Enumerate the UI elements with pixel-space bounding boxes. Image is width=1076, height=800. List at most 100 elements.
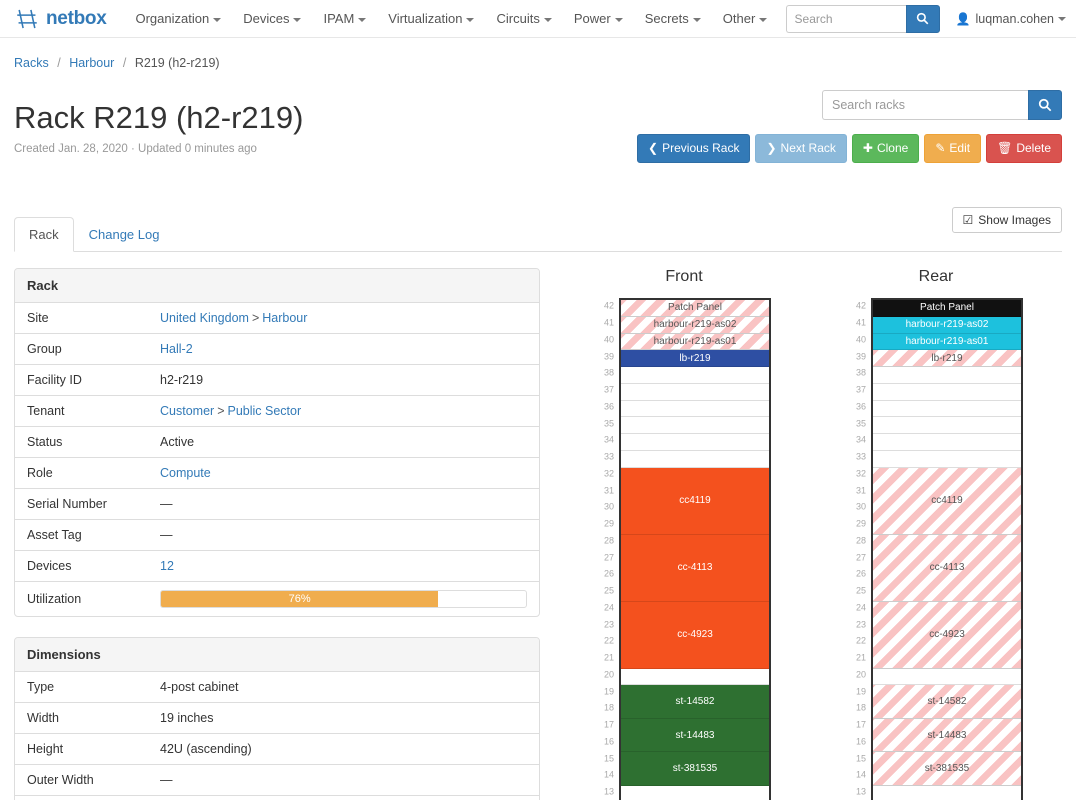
- rack-device[interactable]: st-14582: [621, 685, 769, 719]
- rack-device[interactable]: harbour-r219-as02: [621, 317, 769, 334]
- clone-button[interactable]: ✚ Clone: [852, 134, 919, 163]
- rack-unit-slot[interactable]: [621, 417, 769, 434]
- brand-logo-link[interactable]: netbox: [10, 6, 106, 32]
- netbox-logo-icon: [14, 6, 40, 32]
- nav-secrets[interactable]: Secrets: [634, 2, 712, 35]
- rack-unit-slot[interactable]: [621, 786, 769, 800]
- rack-unit-slot[interactable]: [621, 451, 769, 468]
- rack-body-front[interactable]: Patch Panelharbour-r219-as02harbour-r219…: [619, 298, 771, 800]
- rack-device[interactable]: cc4119: [621, 468, 769, 535]
- nav-ipam[interactable]: IPAM: [312, 2, 377, 35]
- previous-rack-label: Previous Rack: [662, 140, 739, 157]
- group-link[interactable]: Hall-2: [160, 342, 193, 356]
- chevron-down-icon: [213, 18, 221, 22]
- rack-device[interactable]: cc-4923: [873, 602, 1021, 669]
- table-row: Devices 12: [15, 551, 539, 582]
- global-search: [786, 5, 940, 33]
- rack-device[interactable]: harbour-r219-as01: [621, 334, 769, 351]
- rack-device[interactable]: cc-4923: [621, 602, 769, 669]
- rack-unit-slot[interactable]: [873, 669, 1021, 686]
- nav-virtualization[interactable]: Virtualization: [377, 2, 485, 35]
- breadcrumb-site[interactable]: Harbour: [69, 56, 114, 70]
- tab-rack-label: Rack: [29, 227, 59, 242]
- rack-unit-slot[interactable]: [873, 786, 1021, 800]
- delete-button[interactable]: 🗑 Delete: [986, 134, 1062, 163]
- device-count-link[interactable]: 12: [160, 559, 174, 573]
- rack-device[interactable]: cc-4113: [621, 535, 769, 602]
- rack-search: [822, 90, 1062, 120]
- rack-unit-number: 33: [604, 453, 614, 462]
- previous-rack-button[interactable]: ❮ Previous Rack: [637, 134, 750, 163]
- chevron-right-icon: ❯: [766, 140, 776, 157]
- rack-unit-slot[interactable]: [873, 401, 1021, 418]
- rack-unit-slot[interactable]: [873, 384, 1021, 401]
- rack-device[interactable]: harbour-r219-as01: [873, 334, 1021, 351]
- role-link[interactable]: Compute: [160, 466, 211, 480]
- next-rack-button[interactable]: ❯ Next Rack: [755, 134, 846, 163]
- rack-elevations: Front 4241403938373635343332313029282726…: [540, 268, 1062, 800]
- nav-power[interactable]: Power: [563, 2, 634, 35]
- tab-rack[interactable]: Rack: [14, 217, 74, 252]
- row-value: 76%: [148, 582, 539, 617]
- edit-button[interactable]: ✎ Edit: [924, 134, 981, 163]
- rack-unit-slot[interactable]: [621, 384, 769, 401]
- rack-device[interactable]: lb-r219: [621, 350, 769, 367]
- rack-elevation-rear: Rear 42414039383736353433323130292827262…: [849, 268, 1023, 800]
- rack-body-rear[interactable]: Patch Panelharbour-r219-as02harbour-r219…: [871, 298, 1023, 800]
- user-icon: 👤: [956, 12, 971, 26]
- rack-unit-number: 31: [856, 486, 866, 495]
- tenant-link[interactable]: Public Sector: [228, 404, 302, 418]
- rack-face-title: Front: [597, 268, 771, 286]
- rack-search-input[interactable]: [822, 90, 1028, 120]
- rack-device[interactable]: cc-4113: [873, 535, 1021, 602]
- rack-device[interactable]: st-14582: [873, 685, 1021, 719]
- breadcrumb-racks[interactable]: Racks: [14, 56, 49, 70]
- rack-unit-slot[interactable]: [621, 434, 769, 451]
- nav-circuits[interactable]: Circuits: [485, 2, 562, 35]
- rack-unit-number: 24: [856, 603, 866, 612]
- global-search-input[interactable]: [786, 5, 906, 33]
- rack-unit-slot[interactable]: [621, 401, 769, 418]
- nav-devices[interactable]: Devices: [232, 2, 312, 35]
- rack-device[interactable]: st-14483: [873, 719, 1021, 753]
- top-navbar: netbox Organization Devices IPAM Virtual…: [0, 0, 1076, 38]
- tenant-group-link[interactable]: Customer: [160, 404, 214, 418]
- row-value: 4-post cabinet: [148, 672, 539, 703]
- rack-device[interactable]: st-14483: [621, 719, 769, 753]
- row-key: Width: [15, 703, 148, 734]
- show-images-wrapper: ☑ Show Images: [952, 207, 1062, 233]
- tab-change-log[interactable]: Change Log: [74, 217, 175, 252]
- left-column: Rack Site United Kingdom>Harbour Group H…: [14, 268, 540, 800]
- rack-unit-slot[interactable]: [873, 451, 1021, 468]
- table-row: Site United Kingdom>Harbour: [15, 303, 539, 334]
- rack-search-button[interactable]: [1028, 90, 1062, 120]
- rack-device[interactable]: st-381535: [621, 752, 769, 786]
- nav-organization[interactable]: Organization: [124, 2, 232, 35]
- row-key: Facility ID: [15, 365, 148, 396]
- rack-unit-slot[interactable]: [873, 417, 1021, 434]
- nav-other[interactable]: Other: [712, 2, 779, 35]
- rack-unit-number: 28: [604, 536, 614, 545]
- row-key: Status: [15, 427, 148, 458]
- rack-device[interactable]: Patch Panel: [621, 300, 769, 317]
- rack-device[interactable]: harbour-r219-as02: [873, 317, 1021, 334]
- rack-device[interactable]: cc4119: [873, 468, 1021, 535]
- table-row: Group Hall-2: [15, 334, 539, 365]
- rack-unit-slot[interactable]: [621, 367, 769, 384]
- show-images-button[interactable]: ☑ Show Images: [952, 207, 1062, 233]
- rack-device[interactable]: st-381535: [873, 752, 1021, 786]
- user-menu[interactable]: 👤 luqman.cohen: [956, 12, 1066, 26]
- rack-unit-slot[interactable]: [873, 367, 1021, 384]
- rack-unit-slot[interactable]: [873, 434, 1021, 451]
- global-search-button[interactable]: [906, 5, 940, 33]
- site-link[interactable]: Harbour: [262, 311, 307, 325]
- rack-device[interactable]: Patch Panel: [873, 300, 1021, 317]
- trash-icon: 🗑: [997, 140, 1012, 157]
- rack-unit-slot[interactable]: [621, 669, 769, 686]
- rack-unit-number: 28: [856, 536, 866, 545]
- rack-unit-axis: 4241403938373635343332313029282726252423…: [597, 298, 619, 800]
- chevron-down-icon: [466, 18, 474, 22]
- rack-device[interactable]: lb-r219: [873, 350, 1021, 367]
- navbar-right: 👤 luqman.cohen: [786, 5, 1066, 33]
- site-region-link[interactable]: United Kingdom: [160, 311, 249, 325]
